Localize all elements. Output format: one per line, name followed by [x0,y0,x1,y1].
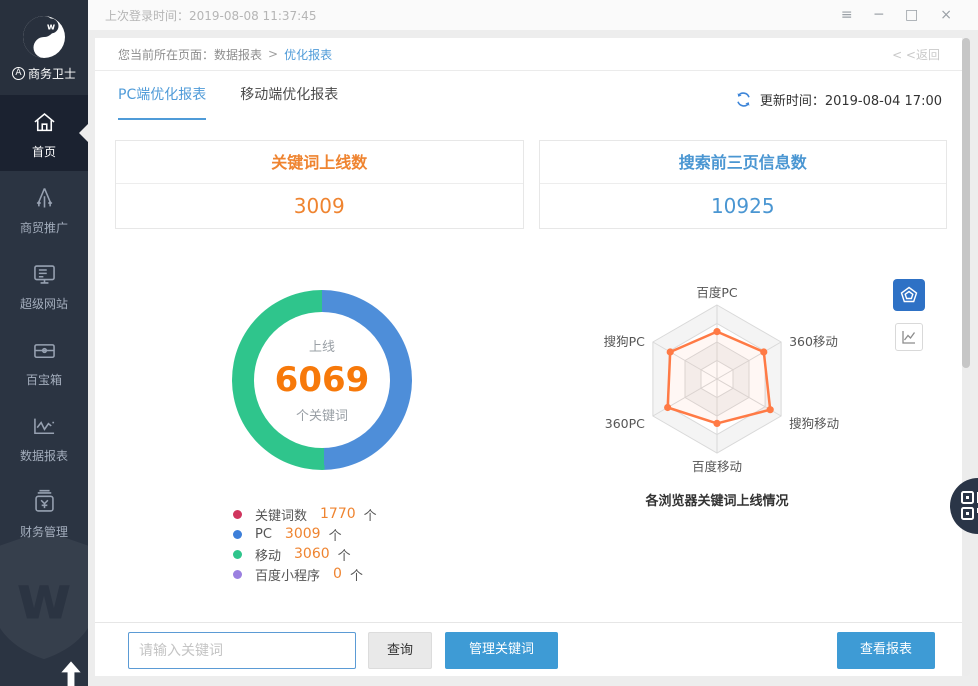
svg-text:w: w [47,23,55,33]
svg-text:w: w [16,563,72,633]
stat-card-value: 3009 [116,184,523,228]
app-name-label: 商务卫士 [28,65,76,82]
sidebar-item-toolbox[interactable]: 百宝箱 [0,323,88,399]
legend-label: 关键词数 [255,505,307,524]
menu-icon[interactable]: ≡ [841,8,853,22]
radar-caption: 各浏览器关键词上线情况 [567,490,867,509]
update-time-text: 更新时间：2019-08-04 17:00 [760,90,942,109]
sidebar-item-label: 数据报表 [0,447,88,464]
app-logo-block: w A 商务卫士 [0,0,88,95]
donut-value: 6069 [275,360,370,400]
donut-chart: 上线 6069 个关键词 [232,290,412,470]
donut-label-top: 上线 [309,336,335,355]
legend-unit: 个 [338,545,351,564]
finance-icon [0,489,88,517]
tab-mobile-report[interactable]: 移动端优化报表 [240,84,338,120]
refresh-icon[interactable] [735,91,752,108]
legend-value: 1770 [320,506,356,522]
sidebar-nav: 首页 商贸推广 超级网站 百宝箱 数据报表 [0,95,88,551]
scrollbar-thumb[interactable] [962,38,970,368]
legend-item-baidu-miniapp: 百度小程序 0 个 [233,564,377,584]
breadcrumb-separator: > [268,47,278,61]
promotion-icon [0,185,88,213]
sidebar-item-label: 商贸推广 [0,219,88,236]
minimize-icon[interactable]: ─ [875,8,883,22]
stat-card-keywords-online: 关键词上线数 3009 [115,140,524,229]
content-panel: 您当前所在页面：数据报表 > 优化报表 < <返回 PC端优化报表 移动端优化报… [95,38,962,676]
legend-dot-icon [233,530,242,539]
legend-dot-icon [233,550,242,559]
legend-item-mobile: 移动 3060 个 [233,544,377,564]
legend-value: 0 [333,566,342,582]
svg-text:百度移动: 百度移动 [692,459,742,474]
legend-label: 移动 [255,545,281,564]
qr-code-icon [959,490,978,522]
stat-card-value: 10925 [540,184,947,228]
svg-text:360PC: 360PC [605,416,645,431]
legend-unit: 个 [350,565,363,584]
stat-card-title: 搜索前三页信息数 [540,141,947,184]
vertical-scrollbar[interactable] [962,38,970,676]
sidebar-item-label: 超级网站 [0,295,88,312]
website-icon [0,261,88,289]
legend-item-pc: PC 3009 个 [233,524,377,544]
radar-view-toggle-button[interactable] [893,279,925,311]
breadcrumb-prefix: 您当前所在页面：数据报表 [118,46,262,63]
legend-label: PC [255,527,272,542]
toolbox-icon [0,337,88,365]
app-logo-icon: w [21,14,67,60]
maximize-icon[interactable]: □ [905,8,918,22]
stat-card-top3-pages: 搜索前三页信息数 10925 [539,140,948,229]
sidebar: w A 商务卫士 首页 商贸推广 超级网站 [0,0,88,686]
back-link[interactable]: < <返回 [892,46,940,63]
watermark-shield-icon: w [0,528,88,658]
legend-value: 3009 [285,526,321,542]
close-icon[interactable]: × [940,8,952,22]
sidebar-item-data-report[interactable]: 数据报表 [0,399,88,475]
line-view-toggle-button[interactable] [895,323,923,351]
sidebar-item-trade-promotion[interactable]: 商贸推广 [0,171,88,247]
legend-value: 3060 [294,546,330,562]
update-time-block: 更新时间：2019-08-04 17:00 [735,90,942,109]
sidebar-item-label: 百宝箱 [0,371,88,388]
radar-chart: 百度PC 360移动搜狗移动百度移动 360PC 搜狗PC [567,279,867,509]
svg-text:百度PC: 百度PC [696,285,738,300]
titlebar: 上次登录时间：2019-08-08 11:37:45 ≡ ─ □ × [88,0,978,30]
breadcrumb-current-link[interactable]: 优化报表 [284,46,332,63]
breadcrumb: 您当前所在页面：数据报表 > 优化报表 < <返回 [95,38,962,71]
donut-legend: 关键词数 1770 个 PC 3009 个 移动 3060 个 百度小程序 0 … [233,504,377,584]
svg-text:360移动: 360移动 [789,334,838,349]
home-icon [0,109,88,137]
main-area: 上次登录时间：2019-08-08 11:37:45 ≡ ─ □ × 您当前所在… [88,0,978,686]
donut-center: 上线 6069 个关键词 [254,312,390,448]
svg-text:搜狗PC: 搜狗PC [604,334,646,349]
legend-label: 百度小程序 [255,565,320,584]
keyword-search-input[interactable] [128,632,356,669]
last-login-text: 上次登录时间：2019-08-08 11:37:45 [105,7,316,24]
legend-unit: 个 [329,525,342,544]
window-controls: ≡ ─ □ × [841,8,952,22]
view-report-button[interactable]: 查看报表 [837,632,935,669]
stat-card-title: 关键词上线数 [116,141,523,184]
app-name: A 商务卫士 [0,65,88,82]
query-button[interactable]: 查询 [368,632,432,669]
report-tabs: PC端优化报表 移动端优化报表 [118,84,338,120]
sidebar-item-home[interactable]: 首页 [0,95,88,171]
brand-badge-icon: A [12,67,25,80]
scroll-to-top-arrow-icon[interactable] [60,660,82,682]
legend-item-keywords: 关键词数 1770 个 [233,504,377,524]
report-chart-icon [0,413,88,441]
legend-dot-icon [233,570,242,579]
sidebar-item-label: 首页 [0,143,88,160]
legend-dot-icon [233,510,242,519]
footer-action-bar: 查询 管理关键词 查看报表 [95,622,962,676]
legend-unit: 个 [364,505,377,524]
svg-text:搜狗移动: 搜狗移动 [789,416,839,431]
sidebar-item-super-website[interactable]: 超级网站 [0,247,88,323]
manage-keywords-button[interactable]: 管理关键词 [445,632,558,669]
tab-pc-report[interactable]: PC端优化报表 [118,84,206,120]
stat-cards-row: 关键词上线数 3009 搜索前三页信息数 10925 [115,140,947,229]
donut-label-bottom: 个关键词 [296,405,348,424]
